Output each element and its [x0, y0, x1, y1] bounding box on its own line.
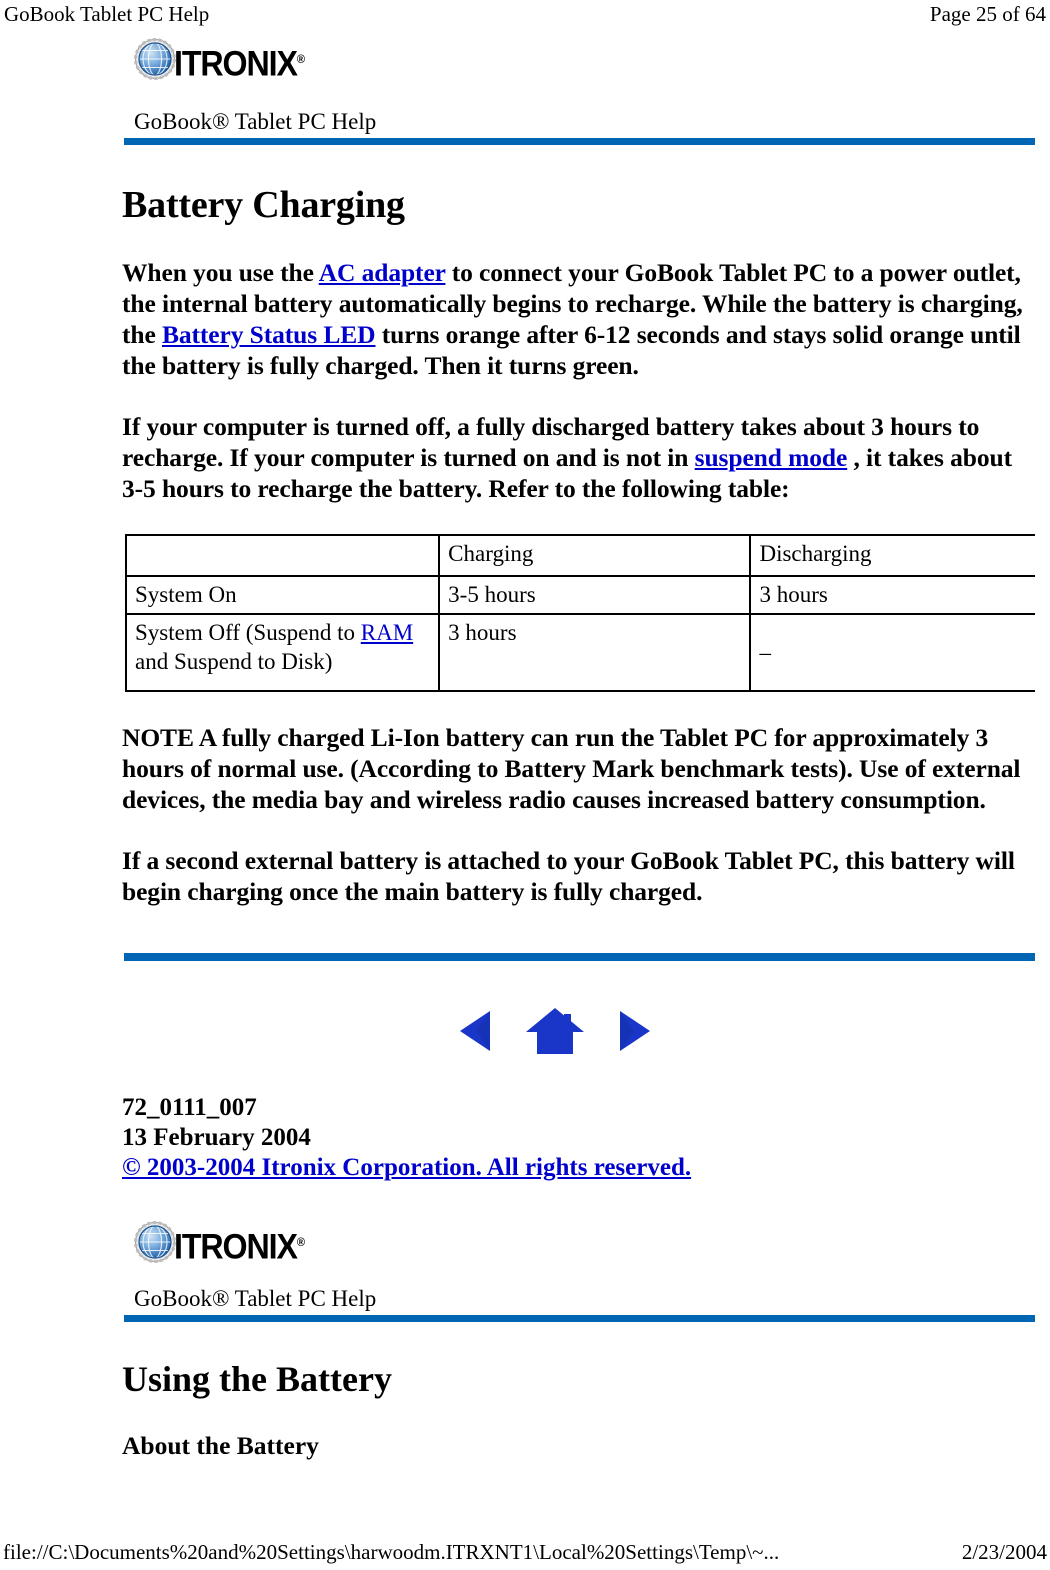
- table-cell-label-suffix: and Suspend to Disk): [135, 649, 333, 674]
- table-cell-label-prefix: System Off (Suspend to: [135, 620, 361, 645]
- masthead-title: GoBook® Tablet PC Help: [134, 1286, 377, 1311]
- table-cell-system-off-discharging: –: [749, 613, 1035, 692]
- table-cell-system-on-label: System On: [124, 575, 441, 615]
- masthead-title: GoBook® Tablet PC Help: [134, 109, 377, 134]
- table-row: System On 3-5 hours 3 hours: [124, 575, 1035, 615]
- brand-logo-top: ITRONIX®: [134, 30, 394, 88]
- home-icon[interactable]: [524, 1006, 586, 1056]
- link-copyright[interactable]: © 2003-2004 Itronix Corporation. All rig…: [122, 1154, 691, 1181]
- forward-arrow-icon[interactable]: [610, 1007, 654, 1055]
- itronix-globe-icon: [134, 1221, 176, 1263]
- section-subtitle: About the Battery: [122, 1431, 319, 1460]
- paragraph-note: NOTE A fully charged Li-Ion battery can …: [122, 723, 1021, 814]
- itronix-wordmark-text: ITRONIX: [174, 44, 298, 84]
- paragraph-second-battery: If a second external battery is attached…: [122, 846, 1015, 906]
- link-suspend-mode[interactable]: suspend mode: [695, 443, 848, 472]
- paragraph-charging-intro: When you use the AC adapter to connect y…: [122, 257, 1035, 381]
- battery-times-table: Charging Discharging System On 3-5 hours…: [124, 534, 1035, 692]
- table-row: System Off (Suspend to RAM and Suspend t…: [124, 613, 1035, 692]
- table-header-corner: [124, 534, 441, 577]
- section-title: Using the Battery: [122, 1359, 392, 1399]
- main-content: Battery Charging When you use the AC ada…: [122, 183, 1035, 907]
- page-navigation: [0, 1003, 1050, 1059]
- brand-logo-bottom: ITRONIX®: [134, 1213, 394, 1271]
- print-header: GoBook Tablet PC Help Page 25 of 64: [0, 0, 1050, 30]
- paragraph-recharge-times: If your computer is turned off, a fully …: [122, 411, 1035, 504]
- itronix-wordmark-text: ITRONIX: [174, 1227, 298, 1267]
- section-using-the-battery: Using the Battery About the Battery: [122, 1358, 1035, 1461]
- doc-meta: 72_0111_007 13 February 2004 © 2003-2004…: [122, 1093, 1035, 1183]
- table-cell-system-on-discharging: 3 hours: [749, 575, 1035, 615]
- masthead-rule-top: [124, 138, 1035, 145]
- masthead-top: GoBook® Tablet PC Help: [134, 108, 1050, 138]
- copyright-line: © 2003-2004 Itronix Corporation. All rig…: [122, 1153, 1035, 1183]
- doc-number: 72_0111_007: [122, 1094, 257, 1121]
- page-title: Battery Charging: [122, 184, 405, 226]
- table-header-discharging: Discharging: [749, 534, 1035, 577]
- page-indicator: Page 25 of 64: [929, 2, 1046, 26]
- document-page: ITRONIX® GoBook® Tablet PC Help Battery …: [0, 30, 1050, 1461]
- table-cell-system-on-charging: 3-5 hours: [438, 575, 752, 615]
- link-battery-status-led[interactable]: Battery Status LED: [162, 320, 376, 349]
- browser-status-bar: file://C:\Documents%20and%20Settings\har…: [0, 1536, 1050, 1570]
- link-ram[interactable]: RAM: [361, 620, 413, 645]
- back-arrow-icon[interactable]: [456, 1007, 500, 1055]
- link-ac-adapter[interactable]: AC adapter: [319, 258, 446, 287]
- print-header-title: GoBook Tablet PC Help: [4, 2, 210, 26]
- document-meta-block: 72_0111_007 13 February 2004 © 2003-2004…: [122, 1093, 1035, 1183]
- table-cell-system-off-label: System Off (Suspend to RAM and Suspend t…: [124, 613, 441, 692]
- itronix-wordmark: ITRONIX®: [174, 1223, 305, 1267]
- section-divider-rule: [124, 953, 1035, 961]
- paragraph-1-part-a: When you use the: [122, 258, 319, 287]
- table-header-charging: Charging: [438, 534, 752, 577]
- registered-mark: ®: [296, 1235, 306, 1249]
- table-header-row: Charging Discharging: [124, 534, 1035, 577]
- masthead-bottom: GoBook® Tablet PC Help: [134, 1285, 1050, 1315]
- status-bar-date: 2/23/2004: [961, 1540, 1047, 1564]
- table-cell-system-off-charging: 3 hours: [438, 613, 752, 692]
- status-bar-path: file://C:\Documents%20and%20Settings\har…: [3, 1540, 780, 1564]
- registered-mark: ®: [296, 52, 306, 66]
- masthead-rule-bottom: [124, 1315, 1035, 1322]
- itronix-wordmark: ITRONIX®: [174, 40, 305, 84]
- doc-date: 13 February 2004: [122, 1124, 311, 1151]
- itronix-globe-icon: [134, 38, 176, 80]
